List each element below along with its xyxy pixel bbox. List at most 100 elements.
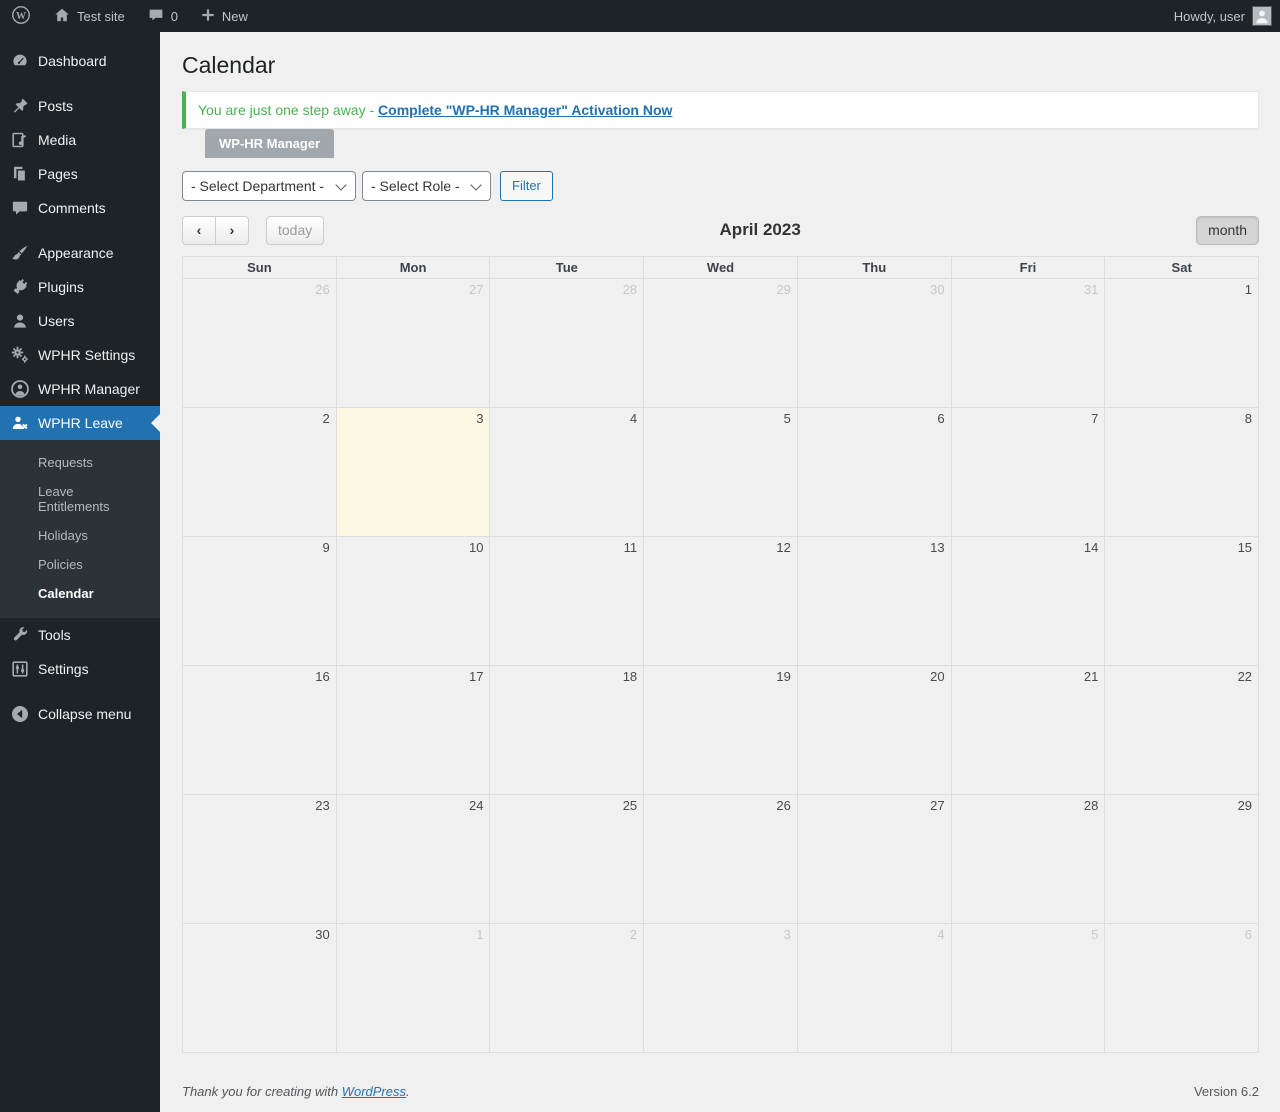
plug-icon bbox=[10, 277, 30, 297]
admin-sidebar: Dashboard Posts Media Pages Comments App… bbox=[0, 32, 160, 1112]
sidebar-item-wphr-manager[interactable]: WPHR Manager bbox=[0, 372, 160, 406]
calendar-day-cell[interactable]: 22 bbox=[1105, 665, 1260, 795]
day-header: Thu bbox=[797, 256, 952, 279]
wordpress-logo-menu[interactable]: W bbox=[0, 0, 42, 32]
calendar-day-cell[interactable]: 31 bbox=[951, 278, 1106, 408]
submenu-item-policies[interactable]: Policies bbox=[0, 550, 160, 579]
day-number: 5 bbox=[1091, 926, 1099, 942]
calendar-day-cell[interactable]: 28 bbox=[951, 794, 1106, 924]
calendar-day-cell[interactable]: 27 bbox=[336, 278, 491, 408]
calendar-day-cell[interactable]: 27 bbox=[797, 794, 952, 924]
calendar-day-cell[interactable]: 9 bbox=[183, 536, 337, 666]
calendar-day-cell[interactable]: 4 bbox=[797, 923, 952, 1053]
calendar-day-cell[interactable]: 30 bbox=[797, 278, 952, 408]
next-month-button[interactable]: › bbox=[215, 215, 249, 245]
sidebar-item-settings[interactable]: Settings bbox=[0, 652, 160, 686]
activation-link[interactable]: Complete "WP-HR Manager" Activation Now bbox=[378, 102, 672, 118]
sidebar-item-label: WPHR Leave bbox=[38, 415, 123, 431]
site-name-menu[interactable]: Test site bbox=[42, 0, 136, 32]
sidebar-item-appearance[interactable]: Appearance bbox=[0, 236, 160, 270]
collapse-arrow-icon bbox=[10, 704, 30, 724]
sidebar-item-comments[interactable]: Comments bbox=[0, 191, 160, 225]
calendar-day-cell[interactable]: 5 bbox=[951, 923, 1106, 1053]
day-number: 19 bbox=[776, 668, 791, 684]
day-header: Mon bbox=[336, 256, 491, 279]
calendar-day-cell[interactable]: 3 bbox=[336, 407, 491, 537]
calendar-day-cell[interactable]: 2 bbox=[183, 407, 337, 537]
calendar-week-row: 30 1 2 3 4 5 6 bbox=[183, 923, 1260, 1053]
calendar-day-cell[interactable]: 24 bbox=[336, 794, 491, 924]
sidebar-item-plugins[interactable]: Plugins bbox=[0, 270, 160, 304]
calendar-day-cell[interactable]: 25 bbox=[490, 794, 645, 924]
calendar-day-cell[interactable]: 30 bbox=[183, 923, 337, 1053]
calendar-day-cell[interactable]: 18 bbox=[490, 665, 645, 795]
role-select[interactable]: - Select Role - bbox=[362, 170, 491, 201]
sidebar-item-tools[interactable]: Tools bbox=[0, 618, 160, 652]
calendar-day-cell[interactable]: 1 bbox=[336, 923, 491, 1053]
calendar-day-cell[interactable]: 15 bbox=[1105, 536, 1260, 666]
sidebar-item-users[interactable]: Users bbox=[0, 304, 160, 338]
new-menu[interactable]: New bbox=[189, 0, 259, 32]
calendar-day-cell[interactable]: 20 bbox=[797, 665, 952, 795]
filter-button[interactable]: Filter bbox=[500, 170, 553, 201]
day-number: 1 bbox=[1244, 281, 1253, 297]
today-button[interactable]: today bbox=[266, 215, 325, 245]
calendar-day-cell[interactable]: 6 bbox=[1105, 923, 1260, 1053]
sidebar-item-wphr-settings[interactable]: WPHR Settings bbox=[0, 338, 160, 372]
day-number: 24 bbox=[468, 797, 484, 813]
calendar-day-cell[interactable]: 29 bbox=[644, 278, 798, 408]
calendar-day-cell[interactable]: 6 bbox=[797, 407, 952, 537]
calendar-day-cell[interactable]: 23 bbox=[183, 794, 337, 924]
calendar-day-cell[interactable]: 26 bbox=[644, 794, 798, 924]
calendar-day-cell[interactable]: 3 bbox=[644, 923, 798, 1053]
submenu-item-requests[interactable]: Requests bbox=[0, 448, 160, 477]
comments-menu[interactable]: 0 bbox=[136, 0, 189, 32]
calendar-day-cell[interactable]: 16 bbox=[183, 665, 337, 795]
calendar-day-cell[interactable]: 5 bbox=[644, 407, 798, 537]
day-number: 29 bbox=[1237, 797, 1253, 813]
month-view-button[interactable]: month bbox=[1196, 215, 1259, 245]
submenu-item-leave-entitlements[interactable]: Leave Entitlements bbox=[0, 477, 160, 521]
department-select[interactable]: - Select Department - bbox=[182, 170, 356, 201]
wordpress-link[interactable]: WordPress bbox=[342, 1084, 406, 1099]
my-account-menu[interactable]: Howdy, user bbox=[1166, 0, 1280, 32]
sidebar-item-wphr-leave[interactable]: WPHR Leave bbox=[0, 406, 160, 440]
sidebar-item-label: WPHR Manager bbox=[38, 381, 140, 397]
calendar-day-cell[interactable]: 29 bbox=[1105, 794, 1260, 924]
prev-month-button[interactable]: ‹ bbox=[182, 215, 216, 245]
submenu-item-holidays[interactable]: Holidays bbox=[0, 521, 160, 550]
calendar-day-cell[interactable]: 12 bbox=[644, 536, 798, 666]
calendar-day-cell[interactable]: 17 bbox=[336, 665, 491, 795]
calendar-day-cell[interactable]: 21 bbox=[951, 665, 1106, 795]
activation-notice: You are just one step away - Complete "W… bbox=[182, 90, 1259, 129]
media-icon bbox=[10, 130, 30, 150]
calendar-day-cell[interactable]: 13 bbox=[797, 536, 952, 666]
calendar-day-cell[interactable]: 28 bbox=[490, 278, 645, 408]
calendar-day-cell[interactable]: 19 bbox=[644, 665, 798, 795]
calendar-day-cell[interactable]: 4 bbox=[490, 407, 645, 537]
sidebar-item-label: Dashboard bbox=[38, 53, 107, 69]
footer-thanks-text: Thank you for creating with bbox=[182, 1083, 342, 1099]
calendar-day-cell[interactable]: 10 bbox=[336, 536, 491, 666]
wp-hr-manager-tab[interactable]: WP-HR Manager bbox=[205, 128, 335, 158]
sidebar-item-dashboard[interactable]: Dashboard bbox=[0, 44, 160, 78]
day-number: 27 bbox=[930, 797, 945, 813]
sidebar-item-pages[interactable]: Pages bbox=[0, 157, 160, 191]
sidebar-item-media[interactable]: Media bbox=[0, 123, 160, 157]
submenu-item-calendar[interactable]: Calendar bbox=[0, 579, 160, 608]
sidebar-item-collapse-menu[interactable]: Collapse menu bbox=[0, 697, 160, 731]
calendar-day-cell[interactable]: 14 bbox=[951, 536, 1106, 666]
calendar-day-cell[interactable]: 1 bbox=[1105, 278, 1260, 408]
calendar-day-cell[interactable]: 2 bbox=[490, 923, 645, 1053]
main-content: Calendar You are just one step away - Co… bbox=[160, 32, 1280, 1112]
calendar-day-cell[interactable]: 11 bbox=[490, 536, 645, 666]
comments-count: 0 bbox=[170, 8, 178, 24]
calendar-day-cell[interactable]: 8 bbox=[1105, 407, 1260, 537]
person-circle-icon bbox=[10, 379, 30, 399]
howdy-label: Howdy, user bbox=[1173, 8, 1245, 24]
day-number: 29 bbox=[776, 281, 791, 297]
calendar-day-cell[interactable]: 7 bbox=[951, 407, 1106, 537]
calendar-day-cell[interactable]: 26 bbox=[183, 278, 337, 408]
sliders-icon bbox=[10, 659, 30, 679]
sidebar-item-posts[interactable]: Posts bbox=[0, 89, 160, 123]
